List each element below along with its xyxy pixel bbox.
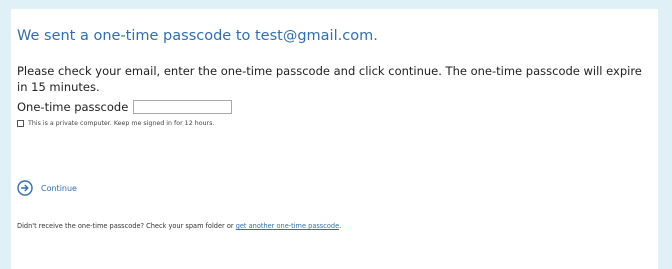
- resend-text: Didn't receive the one-time passcode? Ch…: [17, 222, 236, 230]
- page-heading: We sent a one-time passcode to test@gmai…: [17, 28, 378, 44]
- passcode-input[interactable]: [133, 100, 233, 114]
- content-panel: [11, 9, 658, 269]
- continue-button[interactable]: Continue: [17, 179, 77, 197]
- remember-label[interactable]: This is a private computer. Keep me sign…: [28, 120, 214, 127]
- passcode-label: One-time passcode: [17, 100, 129, 114]
- instructions-text: Please check your email, enter the one-t…: [17, 64, 642, 94]
- resend-link[interactable]: get another one-time passcode: [236, 222, 339, 230]
- remember-row: This is a private computer. Keep me sign…: [17, 117, 214, 129]
- arrow-right-circle-icon[interactable]: [17, 180, 33, 196]
- continue-label[interactable]: Continue: [41, 184, 77, 193]
- resend-suffix: .: [339, 222, 342, 230]
- passcode-row: One-time passcode: [17, 98, 233, 116]
- remember-checkbox[interactable]: [17, 119, 24, 127]
- resend-row: Didn't receive the one-time passcode? Ch…: [17, 222, 341, 230]
